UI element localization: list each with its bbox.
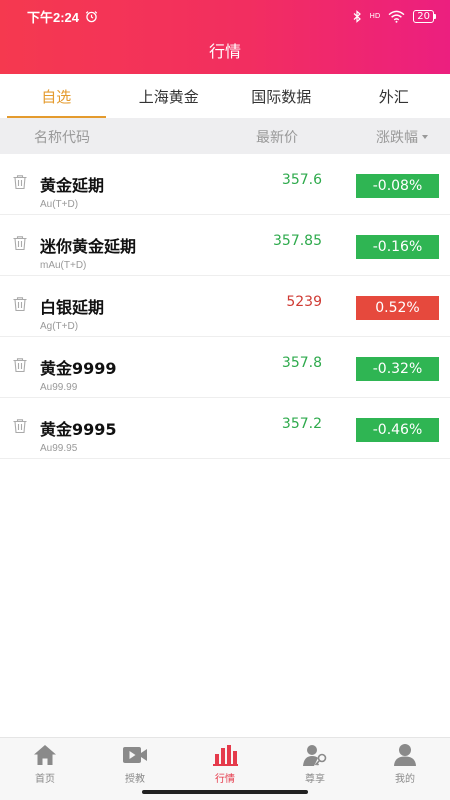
item-price: 357.8 (281, 355, 322, 371)
item-name: 黄金9995 (40, 420, 117, 439)
column-change-label: 涨跌幅 (376, 130, 418, 146)
item-price: 357.85 (273, 233, 322, 249)
status-bar: 下午2:24 HD 20 (0, 0, 450, 32)
signal-hd-label: HD (369, 12, 381, 20)
vip-icon (303, 745, 327, 766)
wifi-icon (388, 10, 405, 23)
nav-market-label: 行情 (215, 774, 235, 785)
list-item[interactable]: 白银延期 Ag(T+D) 5239 0.52% (0, 276, 450, 337)
list-item[interactable]: 黄金延期 Au(T+D) 357.6 -0.08% (0, 154, 450, 215)
alarm-icon (85, 10, 98, 22)
video-icon (123, 747, 147, 763)
list-item[interactable]: 迷你黄金延期 mAu(T+D) 357.85 -0.16% (0, 215, 450, 276)
column-latest-price: 最新价 (256, 130, 298, 146)
item-price: 357.6 (281, 172, 322, 188)
tab-forex[interactable]: 外汇 (338, 74, 450, 118)
chart-icon (213, 745, 238, 766)
nav-home[interactable]: 首页 (0, 738, 90, 800)
app-header: 下午2:24 HD 20 行情 (0, 0, 450, 74)
item-code: Au99.95 (40, 443, 78, 454)
item-name: 迷你黄金延期 (40, 237, 137, 256)
nav-mine-label: 我的 (395, 774, 415, 785)
item-code: mAu(T+D) (40, 260, 87, 271)
item-change-badge: -0.08% (356, 174, 439, 198)
list-item[interactable]: 黄金9995 Au99.95 357.2 -0.46% (0, 398, 450, 459)
item-change-badge: 0.52% (356, 296, 439, 320)
item-name: 黄金9999 (40, 359, 117, 378)
trash-icon[interactable] (12, 235, 28, 251)
home-indicator (142, 790, 308, 794)
sort-change-button[interactable]: 涨跌幅 (376, 127, 428, 147)
trash-icon[interactable] (12, 418, 28, 434)
list-item[interactable]: 黄金9999 Au99.99 357.8 -0.32% (0, 337, 450, 398)
nav-vip-label: 尊享 (305, 774, 325, 785)
item-change-badge: -0.16% (356, 235, 439, 259)
home-icon (34, 745, 56, 765)
item-name: 白银延期 (40, 298, 105, 317)
item-price: 5239 (286, 294, 322, 310)
trash-icon[interactable] (12, 174, 28, 190)
status-time: 下午2:24 (27, 9, 80, 25)
item-price: 357.2 (281, 416, 322, 432)
tab-shanghai-gold[interactable]: 上海黄金 (113, 74, 226, 118)
battery-level: 20 (417, 10, 430, 22)
user-icon (394, 744, 416, 766)
item-change-badge: -0.46% (356, 418, 439, 442)
column-name-code: 名称代码 (34, 130, 90, 146)
item-code: Au(T+D) (40, 199, 79, 210)
column-header: 名称代码 最新价 涨跌幅 (0, 118, 450, 154)
item-change-badge: -0.32% (356, 357, 439, 381)
trash-icon[interactable] (12, 296, 28, 312)
item-name: 黄金延期 (40, 176, 105, 195)
caret-down-icon (422, 135, 428, 139)
item-code: Ag(T+D) (40, 321, 79, 332)
market-tabs: 自选 上海黄金 国际数据 外汇 (0, 74, 450, 118)
tab-international-data[interactable]: 国际数据 (225, 74, 338, 118)
bluetooth-icon (353, 9, 361, 23)
nav-mine[interactable]: 我的 (360, 738, 450, 800)
item-code: Au99.99 (40, 382, 78, 393)
watchlist: 黄金延期 Au(T+D) 357.6 -0.08% 迷你黄金延期 mAu(T+D… (0, 154, 450, 459)
battery-icon: 20 (413, 9, 436, 23)
tab-watchlist[interactable]: 自选 (0, 74, 113, 118)
page-title: 行情 (208, 42, 241, 61)
trash-icon[interactable] (12, 357, 28, 373)
nav-teaching-label: 授教 (125, 774, 145, 785)
nav-home-label: 首页 (35, 774, 55, 785)
